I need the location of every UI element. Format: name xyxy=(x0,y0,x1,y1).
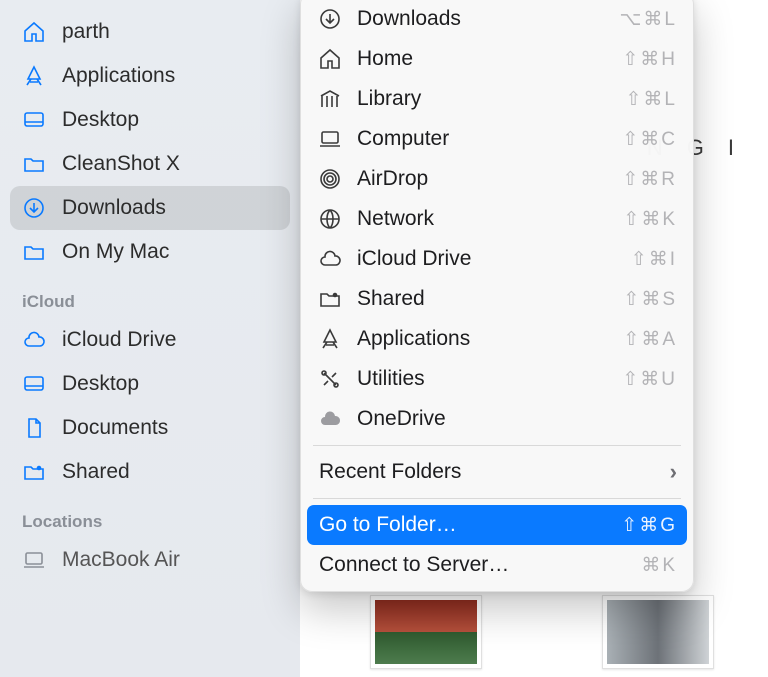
menu-item-applications[interactable]: Applications ⇧⌘A xyxy=(307,319,687,359)
menu-item-connect-to-server[interactable]: Connect to Server… ⌘K xyxy=(307,545,687,585)
sidebar-item-icloud-desktop[interactable]: Desktop xyxy=(10,362,290,406)
menu-item-airdrop[interactable]: AirDrop ⇧⌘R xyxy=(307,159,687,199)
menu-item-computer[interactable]: Computer ⇧⌘C xyxy=(307,119,687,159)
sidebar-heading-icloud: iCloud xyxy=(10,274,290,318)
laptop-icon xyxy=(20,546,48,574)
sidebar-item-onmymac[interactable]: On My Mac xyxy=(10,230,290,274)
sidebar-item-label: iCloud Drive xyxy=(62,328,176,352)
sidebar-item-cleanshot[interactable]: CleanShot X xyxy=(10,142,290,186)
sidebar-item-label: Documents xyxy=(62,416,168,440)
downloads-icon xyxy=(315,4,345,34)
applications-icon xyxy=(315,324,345,354)
menu-item-label: Network xyxy=(357,207,623,231)
menu-item-network[interactable]: Network ⇧⌘K xyxy=(307,199,687,239)
menu-shortcut: ⇧⌘U xyxy=(622,368,677,391)
menu-shortcut: ⇧⌘L xyxy=(626,88,678,111)
sidebar-item-label: Applications xyxy=(62,64,175,88)
document-icon xyxy=(20,414,48,442)
menu-item-home[interactable]: Home ⇧⌘H xyxy=(307,39,687,79)
file-thumbnail[interactable] xyxy=(602,595,714,669)
sidebar-item-macbook-air[interactable]: MacBook Air xyxy=(10,538,290,582)
network-icon xyxy=(315,204,345,234)
menu-shortcut: ⇧⌘G xyxy=(621,514,677,537)
sidebar-item-label: On My Mac xyxy=(62,240,169,264)
finder-sidebar: parth Applications Desktop CleanShot X D… xyxy=(0,0,300,677)
menu-item-recent-folders[interactable]: Recent Folders › xyxy=(307,452,687,492)
menu-separator xyxy=(313,498,681,499)
cloud-icon xyxy=(315,244,345,274)
sidebar-item-downloads[interactable]: Downloads xyxy=(10,186,290,230)
menu-item-onedrive[interactable]: OneDrive xyxy=(307,399,687,439)
menu-item-label: Shared xyxy=(357,287,623,311)
menu-item-label: Computer xyxy=(357,127,622,151)
menu-item-label: Applications xyxy=(357,327,623,351)
sidebar-item-applications[interactable]: Applications xyxy=(10,54,290,98)
applications-icon xyxy=(20,62,48,90)
menu-item-label: Go to Folder… xyxy=(315,513,621,537)
shared-folder-icon xyxy=(20,458,48,486)
menu-item-label: Connect to Server… xyxy=(315,553,641,577)
cloud-solid-icon xyxy=(315,404,345,434)
thumbnail-row xyxy=(370,595,714,669)
desktop-icon xyxy=(20,370,48,398)
menu-shortcut: ⇧⌘C xyxy=(622,128,677,151)
computer-icon xyxy=(315,124,345,154)
menu-item-icloud-drive[interactable]: iCloud Drive ⇧⌘I xyxy=(307,239,687,279)
menu-item-shared[interactable]: Shared ⇧⌘S xyxy=(307,279,687,319)
menu-item-label: OneDrive xyxy=(357,407,677,431)
airdrop-icon xyxy=(315,164,345,194)
menu-shortcut: ⇧⌘I xyxy=(631,248,677,271)
menu-item-label: Home xyxy=(357,47,622,71)
folder-icon xyxy=(20,150,48,178)
library-icon xyxy=(315,84,345,114)
menu-separator xyxy=(313,445,681,446)
menu-shortcut: ⌥⌘L xyxy=(620,8,677,31)
menu-item-label: Utilities xyxy=(357,367,622,391)
sidebar-item-label: Downloads xyxy=(62,196,166,220)
menu-shortcut: ⇧⌘A xyxy=(623,328,677,351)
sidebar-item-label: parth xyxy=(62,20,110,44)
home-icon xyxy=(20,18,48,46)
downloads-icon xyxy=(20,194,48,222)
sidebar-item-label: Desktop xyxy=(62,108,139,132)
sidebar-item-label: MacBook Air xyxy=(62,548,180,572)
sidebar-item-label: CleanShot X xyxy=(62,152,180,176)
desktop-icon xyxy=(20,106,48,134)
menu-item-library[interactable]: Library ⇧⌘L xyxy=(307,79,687,119)
menu-item-downloads[interactable]: Downloads ⌥⌘L xyxy=(307,0,687,39)
sidebar-item-icloud-drive[interactable]: iCloud Drive xyxy=(10,318,290,362)
sidebar-item-documents[interactable]: Documents xyxy=(10,406,290,450)
menu-shortcut: ⇧⌘H xyxy=(622,48,677,71)
sidebar-item-desktop[interactable]: Desktop xyxy=(10,98,290,142)
home-icon xyxy=(315,44,345,74)
sidebar-item-shared[interactable]: Shared xyxy=(10,450,290,494)
menu-shortcut: ⇧⌘S xyxy=(623,288,677,311)
menu-item-label: Downloads xyxy=(357,7,620,31)
sidebar-heading-locations: Locations xyxy=(10,494,290,538)
cloud-icon xyxy=(20,326,48,354)
menu-item-label: Recent Folders xyxy=(315,460,670,484)
file-thumbnail[interactable] xyxy=(370,595,482,669)
folder-icon xyxy=(20,238,48,266)
go-menu: Downloads ⌥⌘L Home ⇧⌘H Library ⇧⌘L Compu… xyxy=(300,0,694,592)
menu-item-label: AirDrop xyxy=(357,167,622,191)
menu-item-label: Library xyxy=(357,87,626,111)
chevron-right-icon: › xyxy=(670,459,677,485)
sidebar-item-home[interactable]: parth xyxy=(10,10,290,54)
menu-item-utilities[interactable]: Utilities ⇧⌘U xyxy=(307,359,687,399)
menu-shortcut: ⇧⌘R xyxy=(622,168,677,191)
menu-item-go-to-folder[interactable]: Go to Folder… ⇧⌘G xyxy=(307,505,687,545)
shared-folder-icon xyxy=(315,284,345,314)
sidebar-item-label: Shared xyxy=(62,460,130,484)
menu-shortcut: ⇧⌘K xyxy=(623,208,677,231)
menu-item-label: iCloud Drive xyxy=(357,247,631,271)
sidebar-item-label: Desktop xyxy=(62,372,139,396)
utilities-icon xyxy=(315,364,345,394)
menu-shortcut: ⌘K xyxy=(641,554,677,577)
